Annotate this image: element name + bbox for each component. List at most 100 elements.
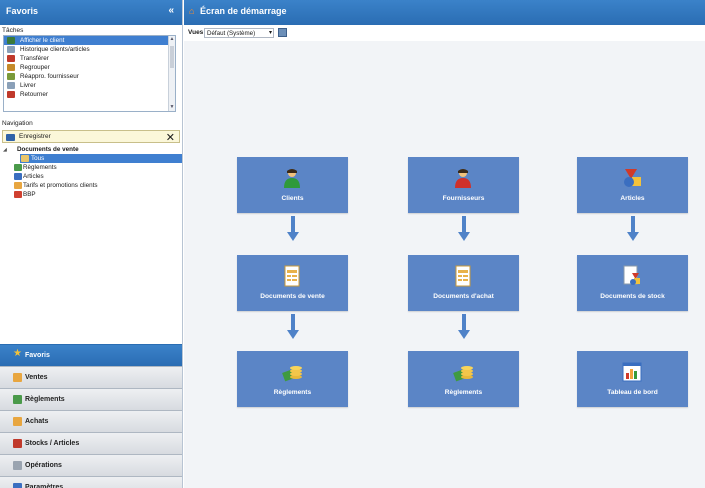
navigation-section: Navigation Enregistrer ✕ ◢ Documents de v… [0, 118, 182, 199]
client-icon [281, 167, 303, 189]
nav-button-label: Opérations [25, 462, 62, 469]
nav-button-label: Paramètres [25, 484, 64, 488]
payment-icon [452, 361, 474, 383]
flow-arrow-icon [458, 216, 470, 242]
close-icon[interactable]: ✕ [166, 131, 175, 144]
tree-item-label: Documents de vente [17, 146, 79, 153]
save-view-bar[interactable]: Enregistrer ✕ [2, 130, 180, 144]
tile-fournisseurs[interactable]: Fournisseurs [408, 157, 519, 213]
deliver-icon [7, 82, 15, 89]
view-settings-icon[interactable] [278, 28, 287, 37]
sales-document-icon [281, 265, 303, 287]
tree-item-label: Tarifs et promotions clients [23, 182, 98, 189]
collapse-panel-button[interactable]: « [168, 5, 174, 16]
tasks-list: Afficher le client Historique clients/art… [3, 35, 176, 112]
nav-button-settings[interactable]: Paramètres [0, 476, 182, 488]
tile-docs-achat[interactable]: Documents d'achat [408, 255, 519, 311]
task-item-label: Afficher le client [20, 37, 65, 44]
start-screen: ⌂ Écran de démarrage Vues Défaut (Systèm… [184, 0, 705, 488]
payment-icon [281, 361, 303, 383]
tile-tableau-bord[interactable]: Tableau de bord [577, 351, 688, 407]
nav-button-star[interactable]: ★ Favoris [0, 344, 182, 366]
nav-button-purchase[interactable]: Achats [0, 410, 182, 432]
sales-icon [13, 373, 22, 382]
task-item[interactable]: Historique clients/articles [4, 45, 175, 54]
tree-item-label: Règlements [23, 164, 57, 171]
navigation-tree: ◢ Documents de vente Tous Règlements Article… [0, 145, 182, 199]
expand-icon: ◢ [3, 147, 7, 153]
flow-arrow-icon [287, 216, 299, 242]
navigation-label: Navigation [2, 120, 33, 127]
articles-icon [14, 173, 22, 180]
tree-item-label: Articles [23, 173, 44, 180]
nav-button-label: Règlements [25, 396, 65, 403]
tile-docs-vente[interactable]: Documents de vente [237, 255, 348, 311]
tree-item[interactable]: BBP [0, 190, 182, 199]
tile-articles[interactable]: Articles [577, 157, 688, 213]
purchase-document-icon [452, 265, 474, 287]
views-label: Vues [188, 29, 204, 36]
nav-button-label: Ventes [25, 374, 48, 381]
tree-item[interactable]: Tarifs et promotions clients [0, 181, 182, 190]
module-nav-buttons: ★ Favoris Ventes Règlements Achats Stocks / A… [0, 344, 182, 488]
nav-button-payment[interactable]: Règlements [0, 388, 182, 410]
tile-label: Documents de vente [260, 293, 325, 300]
tile-label: Règlements [273, 389, 312, 396]
settings-icon [13, 483, 22, 488]
task-item[interactable]: Transférer [4, 54, 175, 63]
tile-reglements-2[interactable]: Règlements [408, 351, 519, 407]
save-label: Enregistrer [19, 133, 51, 140]
payment-icon [14, 164, 22, 171]
payment-icon [13, 395, 22, 404]
task-item-label: Transférer [20, 55, 49, 62]
taches-label: Tâches [2, 27, 24, 34]
task-item-label: Retourner [20, 91, 49, 98]
dashboard-icon [621, 361, 643, 383]
tile-reglements-1[interactable]: Règlements [237, 351, 348, 407]
views-select[interactable]: Défaut (Système) ▾ [204, 28, 274, 38]
nav-button-sales[interactable]: Ventes [0, 366, 182, 388]
scroll-thumb[interactable] [170, 46, 174, 68]
tree-item[interactable]: ◢ Documents de vente [0, 145, 182, 154]
task-item[interactable]: Livrer [4, 81, 175, 90]
task-item[interactable]: Afficher le client [4, 36, 175, 45]
flow-arrow-icon [627, 216, 639, 242]
star-icon: ★ [13, 348, 22, 359]
favorites-header: Favoris « [0, 0, 182, 25]
purchase-icon [13, 417, 22, 426]
nav-button-stock[interactable]: Stocks / Articles [0, 432, 182, 454]
tasks-scrollbar[interactable]: ▲ ▼ [168, 36, 175, 111]
tree-item-label: BBP [23, 191, 36, 198]
nav-button-label: Stocks / Articles [25, 440, 80, 447]
task-item[interactable]: Retourner [4, 90, 175, 99]
flow-arrow-icon [287, 314, 299, 340]
tile-clients[interactable]: Clients [237, 157, 348, 213]
tile-label: Clients [281, 195, 304, 202]
nav-button-label: Favoris [25, 352, 50, 359]
tile-label: Documents de stock [600, 293, 665, 300]
task-item[interactable]: Regrouper [4, 63, 175, 72]
return-icon [7, 91, 15, 98]
tile-docs-stock[interactable]: Documents de stock [577, 255, 688, 311]
history-icon [7, 46, 15, 53]
tree-item[interactable]: Articles [0, 172, 182, 181]
task-item-label: Réappro. fournisseur [20, 73, 79, 80]
task-item[interactable]: Réappro. fournisseur [4, 72, 175, 81]
nav-button-operations[interactable]: Opérations [0, 454, 182, 476]
scroll-down-icon[interactable]: ▼ [169, 104, 175, 111]
views-select-value: Défaut (Système) [207, 30, 256, 37]
tile-label: Tableau de bord [607, 389, 658, 396]
tile-label: Articles [620, 195, 645, 202]
stock-icon [13, 439, 22, 448]
scroll-up-icon[interactable]: ▲ [169, 36, 175, 43]
supplier-icon [452, 167, 474, 189]
transfer-icon [7, 55, 15, 62]
favorites-panel: Favoris « Tâches Afficher le client Histo… [0, 0, 183, 488]
tree-item[interactable]: Tous [20, 154, 182, 163]
task-item-label: Historique clients/articles [20, 46, 90, 53]
main-header: ⌂ Écran de démarrage [184, 0, 705, 25]
tile-label: Documents d'achat [433, 293, 494, 300]
articles-icon [621, 167, 643, 189]
tree-item[interactable]: Règlements [0, 163, 182, 172]
task-item-label: Livrer [20, 82, 36, 89]
